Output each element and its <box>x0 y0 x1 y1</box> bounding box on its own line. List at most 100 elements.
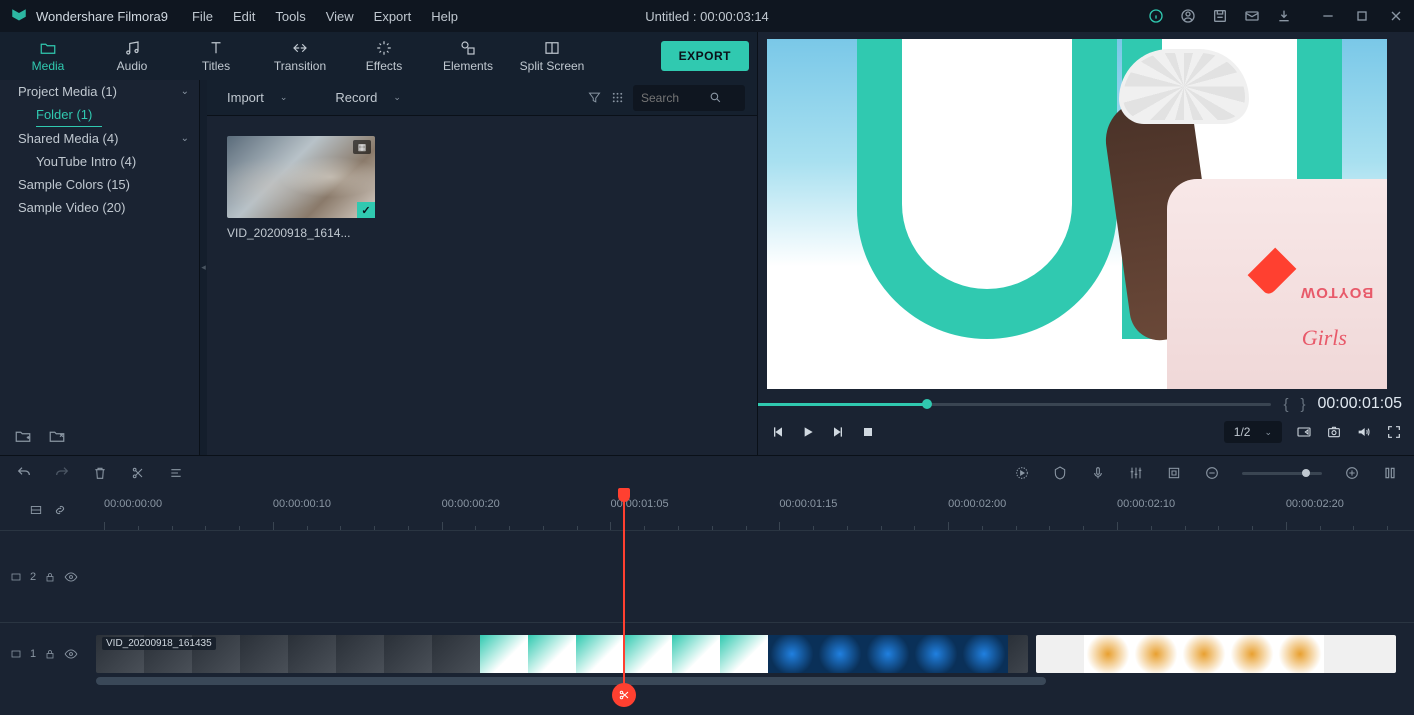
info-icon[interactable] <box>1148 8 1164 24</box>
audio-mixer-button[interactable] <box>1128 465 1144 481</box>
tree-youtube-intro[interactable]: YouTube Intro (4) <box>0 150 199 173</box>
splitter-handle[interactable]: ◂ <box>200 80 207 455</box>
ruler-label: 00:00:00:20 <box>442 498 500 510</box>
search-input[interactable] <box>641 91 701 105</box>
video-track-1[interactable]: VID_20200918_161435 <box>96 622 1414 684</box>
tab-split-screen[interactable]: Split Screen <box>510 39 594 73</box>
marker-button[interactable] <box>1052 465 1068 481</box>
folder-icon <box>39 39 57 57</box>
redo-button[interactable] <box>54 465 70 481</box>
import-button[interactable]: Import <box>219 86 272 109</box>
text-icon <box>207 39 225 57</box>
new-folder-icon[interactable] <box>14 427 32 445</box>
playhead[interactable] <box>623 490 625 700</box>
video-track-2[interactable] <box>96 530 1414 622</box>
tab-audio[interactable]: Audio <box>90 39 174 73</box>
clip-thumbnail: ▦ ✓ <box>227 136 375 218</box>
ruler-label: 00:00:01:15 <box>779 498 837 510</box>
filter-icon[interactable] <box>587 90 602 105</box>
zoom-fit-button[interactable] <box>1382 465 1398 481</box>
download-icon[interactable] <box>1276 8 1292 24</box>
play-button[interactable] <box>800 424 816 440</box>
save-icon[interactable] <box>1212 8 1228 24</box>
preview-text-overlay: BOYTOW <box>1300 284 1373 301</box>
link-icon[interactable] <box>53 503 67 517</box>
timeline-ruler[interactable]: 00:00:00:0000:00:00:1000:00:00:2000:00:0… <box>96 490 1414 530</box>
zoom-out-button[interactable] <box>1204 465 1220 481</box>
menu-help[interactable]: Help <box>431 9 458 24</box>
export-button[interactable]: EXPORT <box>661 41 749 71</box>
media-clip[interactable]: ▦ ✓ VID_20200918_1614... <box>227 136 375 240</box>
mark-out-button[interactable]: } <box>1300 396 1305 413</box>
tree-shared-media[interactable]: Shared Media (4)⌄ <box>0 127 199 150</box>
tab-elements[interactable]: Elements <box>426 39 510 73</box>
chevron-down-icon: ⌄ <box>181 86 189 97</box>
voiceover-button[interactable] <box>1090 465 1106 481</box>
fullscreen-icon[interactable] <box>1386 424 1402 440</box>
check-icon: ✓ <box>357 202 375 218</box>
menu-edit[interactable]: Edit <box>233 9 255 24</box>
close-icon[interactable] <box>1388 8 1404 24</box>
timeline-clip-1[interactable]: VID_20200918_161435 <box>96 635 1028 673</box>
preview-zoom-select[interactable]: 1/2⌄ <box>1224 421 1282 443</box>
lock-icon[interactable] <box>44 648 56 660</box>
menu-tools[interactable]: Tools <box>275 9 305 24</box>
zoom-in-button[interactable] <box>1344 465 1360 481</box>
horizontal-scrollbar[interactable] <box>96 677 1046 685</box>
menu-file[interactable]: File <box>192 9 213 24</box>
timeline-zoom-slider[interactable] <box>1242 472 1322 475</box>
chevron-down-icon[interactable]: ⌄ <box>393 92 401 103</box>
chevron-down-icon[interactable]: ⌄ <box>280 92 288 103</box>
tree-sample-colors[interactable]: Sample Colors (15) <box>0 173 199 196</box>
track-manage-icon[interactable] <box>29 503 43 517</box>
edit-tools-button[interactable] <box>168 465 184 481</box>
mail-icon[interactable] <box>1244 8 1260 24</box>
delete-folder-icon[interactable] <box>48 427 66 445</box>
stop-button[interactable] <box>860 424 876 440</box>
lock-icon[interactable] <box>44 571 56 583</box>
record-button[interactable]: Record <box>327 86 385 109</box>
video-track-icon <box>10 648 22 660</box>
step-back-button[interactable] <box>770 424 786 440</box>
tree-sample-video[interactable]: Sample Video (20) <box>0 196 199 219</box>
track-head-1: 1 <box>0 622 96 684</box>
step-forward-button[interactable] <box>830 424 846 440</box>
account-icon[interactable] <box>1180 8 1196 24</box>
maximize-icon[interactable] <box>1354 8 1370 24</box>
crop-button[interactable] <box>1166 465 1182 481</box>
menu-view[interactable]: View <box>326 9 354 24</box>
ruler-label: 00:00:02:00 <box>948 498 1006 510</box>
transition-icon <box>291 39 309 57</box>
preview-scrubber[interactable] <box>758 403 1271 406</box>
search-icon[interactable] <box>709 91 722 104</box>
tab-titles[interactable]: Titles <box>174 39 258 73</box>
tab-effects[interactable]: Effects <box>342 39 426 73</box>
ruler-label: 00:00:00:10 <box>273 498 331 510</box>
quality-icon[interactable] <box>1296 424 1312 440</box>
split-button[interactable] <box>130 465 146 481</box>
scissor-icon[interactable] <box>612 683 636 707</box>
preview-viewport[interactable]: BOYTOW Girls <box>767 39 1387 389</box>
tab-transition[interactable]: Transition <box>258 39 342 73</box>
music-icon <box>123 39 141 57</box>
library-toolbar: Import ⌄ Record ⌄ <box>207 80 757 116</box>
snapshot-icon[interactable] <box>1326 424 1342 440</box>
tree-project-media[interactable]: Project Media (1)⌄ <box>0 80 199 103</box>
grid-view-icon[interactable] <box>610 90 625 105</box>
eye-icon[interactable] <box>64 647 78 661</box>
preview-timecode: 00:00:01:05 <box>1317 395 1402 413</box>
mark-in-button[interactable]: { <box>1283 396 1288 413</box>
title-bar: Wondershare Filmora9 File Edit Tools Vie… <box>0 0 1414 32</box>
eye-icon[interactable] <box>64 570 78 584</box>
undo-button[interactable] <box>16 465 32 481</box>
timeline-clip-2[interactable] <box>1036 635 1396 673</box>
minimize-icon[interactable] <box>1320 8 1336 24</box>
tree-folder-1[interactable]: Folder (1) <box>36 103 102 127</box>
delete-button[interactable] <box>92 465 108 481</box>
menu-export[interactable]: Export <box>374 9 412 24</box>
volume-icon[interactable] <box>1356 424 1372 440</box>
tab-media[interactable]: Media <box>6 39 90 73</box>
video-track-icon <box>10 571 22 583</box>
render-button[interactable] <box>1014 465 1030 481</box>
main-menu: File Edit Tools View Export Help <box>192 9 458 24</box>
